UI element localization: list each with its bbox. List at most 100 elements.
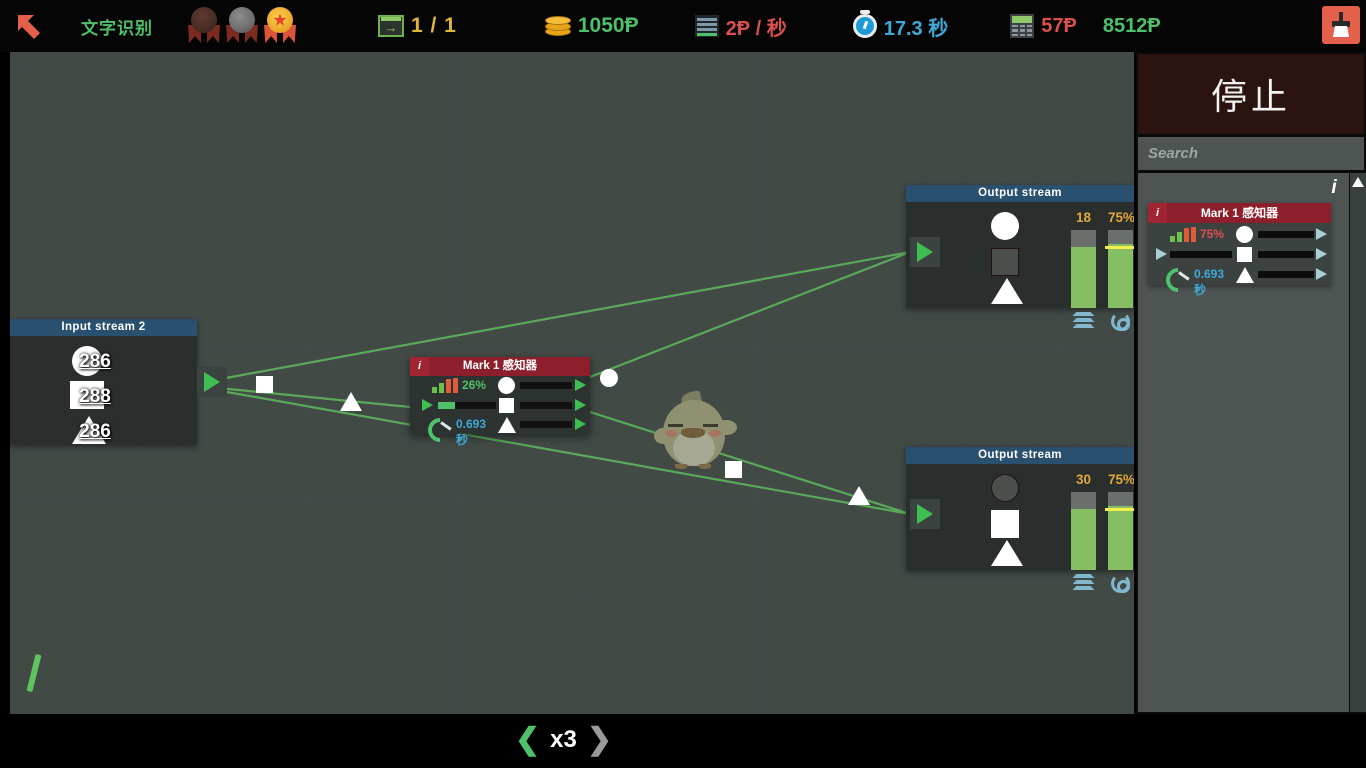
gray-arrow-icon[interactable] — [1156, 248, 1167, 260]
node-port-square[interactable] — [498, 396, 590, 415]
page-title: 文字识别 — [81, 18, 153, 38]
chevron-right-icon[interactable]: ❯ — [587, 724, 612, 756]
input-stream-rows: 286 288 286 — [10, 336, 197, 445]
node-row: 0.693 秒 — [410, 413, 590, 447]
stat-money-value: 1050Ᵽ — [577, 14, 639, 37]
node-port-triangle[interactable] — [498, 415, 590, 434]
medal-disc — [191, 7, 217, 33]
scroll-up-arrow-icon[interactable] — [1352, 177, 1364, 187]
gray-arrow-icon[interactable] — [1316, 248, 1327, 260]
gold-medal — [264, 7, 296, 45]
cycle-time-value: 0.693 秒 — [456, 417, 487, 447]
input-stream-output-port[interactable] — [197, 367, 227, 397]
node-row: 0.693 秒 — [1148, 263, 1331, 297]
node-mark1-sensor[interactable]: i Mark 1 感知器 26% 0.693 秒 — [410, 357, 590, 447]
input-stream-panel[interactable]: Input stream 2 286 288 286 — [10, 319, 227, 445]
schematic-canvas[interactable]: Input stream 2 286 288 286 i Mark 1 感知器 … — [10, 52, 1134, 714]
target-marker — [1105, 508, 1134, 511]
library-scrollbar[interactable] — [1350, 173, 1366, 712]
chevron-left-icon[interactable]: ❮ — [515, 724, 540, 756]
library-port-triangle[interactable] — [1236, 265, 1331, 284]
gauge-track — [1071, 230, 1096, 308]
stat-total-value: 8512Ᵽ — [1102, 14, 1161, 37]
green-arrow-icon[interactable] — [575, 418, 586, 430]
library-port-circle[interactable] — [1236, 225, 1331, 244]
silver-medal — [226, 7, 258, 45]
output-stream-title: Output stream — [906, 447, 1134, 464]
square-shape-icon — [991, 510, 1019, 538]
port-slider-track[interactable] — [1258, 251, 1314, 258]
count-label: 30 — [1075, 472, 1092, 487]
library-cycle-time: 0.693 秒 — [1156, 263, 1234, 297]
square-shape-icon — [991, 248, 1019, 276]
green-arrow-icon[interactable] — [575, 379, 586, 391]
node-port-circle[interactable] — [498, 376, 590, 395]
output-stream-title: Output stream — [906, 185, 1134, 202]
gauge-fill — [1108, 506, 1133, 570]
gray-arrow-icon[interactable] — [1316, 228, 1327, 240]
gauge-track — [1071, 492, 1096, 570]
circle-shape-icon — [1236, 226, 1253, 243]
library-card-header: i Mark 1 感知器 — [1148, 203, 1331, 223]
list-item: 288 — [60, 381, 130, 411]
gauge-fill — [1071, 247, 1096, 308]
node-efficiency: 26% — [418, 376, 496, 395]
node-input[interactable] — [422, 396, 500, 415]
stop-button[interactable]: 停止 — [1138, 54, 1364, 134]
library-input[interactable] — [1156, 245, 1234, 264]
output-stream-panel-2[interactable]: Output stream 30 75% — [906, 447, 1134, 593]
output-stream-input-port[interactable] — [910, 237, 940, 267]
green-arrow-icon[interactable] — [422, 399, 433, 411]
green-arrow-icon — [917, 504, 933, 524]
circle-shape-icon — [991, 212, 1019, 240]
input-value: 286 — [79, 351, 111, 372]
stat-level-progress: 1 / 1 — [378, 0, 457, 52]
target-icon — [1108, 312, 1133, 331]
stat-cost-value: 57Ᵽ — [1041, 14, 1077, 37]
port-slider-track[interactable] — [520, 382, 572, 389]
right-sidebar: 停止 i i Mark 1 感知器 75% — [1136, 52, 1366, 714]
stat-elapsed-time: 17.3 秒 — [852, 0, 948, 52]
medal-row — [176, 7, 296, 45]
stat-money: 1050Ᵽ — [544, 0, 639, 52]
port-slider-track[interactable] — [520, 402, 572, 409]
cycle-time-value: 0.693 秒 — [1194, 267, 1225, 297]
library-card-info-badge[interactable]: i — [1148, 203, 1167, 223]
gauge-track — [1108, 492, 1133, 570]
library-card-title: Mark 1 感知器 — [1200, 206, 1279, 220]
clear-button[interactable] — [1322, 6, 1360, 44]
bar-chart-icon — [1170, 227, 1196, 242]
input-slider-track[interactable] — [438, 402, 496, 409]
input-slider-track[interactable] — [1170, 251, 1232, 258]
node-library-panel[interactable]: i i Mark 1 感知器 75% 0.693 秒 — [1138, 173, 1349, 712]
info-icon[interactable]: i — [1329, 177, 1339, 199]
output-stream-input-port[interactable] — [910, 499, 940, 529]
stat-cost: 57Ᵽ — [1010, 0, 1077, 52]
output-stream-panel-1[interactable]: Output stream 18 75% — [906, 185, 1134, 331]
library-card-mark1-sensor[interactable]: i Mark 1 感知器 75% 0.693 秒 — [1148, 203, 1331, 297]
triangle-shape-icon — [991, 278, 1023, 304]
list-item: 286 — [60, 416, 130, 446]
speedometer-icon — [1161, 263, 1195, 297]
gauge-fill — [1108, 244, 1133, 308]
broom-icon — [1330, 12, 1352, 38]
output-stream-body: 30 75% — [906, 464, 1134, 593]
line-tool-icon[interactable] — [23, 652, 47, 696]
square-shape-icon — [499, 398, 514, 413]
port-slider-track[interactable] — [520, 421, 572, 428]
library-port-square[interactable] — [1236, 245, 1331, 264]
port-slider-track[interactable] — [1258, 231, 1314, 238]
timer-icon — [852, 10, 877, 38]
sleeping-bird-mascot: ·· — [651, 390, 737, 472]
stack-icon — [1071, 312, 1096, 328]
search-input[interactable] — [1138, 137, 1364, 170]
node-info-badge[interactable]: i — [410, 357, 429, 376]
back-arrow-icon[interactable] — [0, 11, 58, 41]
stack-icon — [1071, 574, 1096, 590]
green-arrow-icon — [917, 242, 933, 262]
gray-arrow-icon[interactable] — [1316, 268, 1327, 280]
input-value: 288 — [79, 386, 111, 407]
list-item: 286 — [60, 346, 130, 376]
port-slider-track[interactable] — [1258, 271, 1314, 278]
green-arrow-icon[interactable] — [575, 399, 586, 411]
